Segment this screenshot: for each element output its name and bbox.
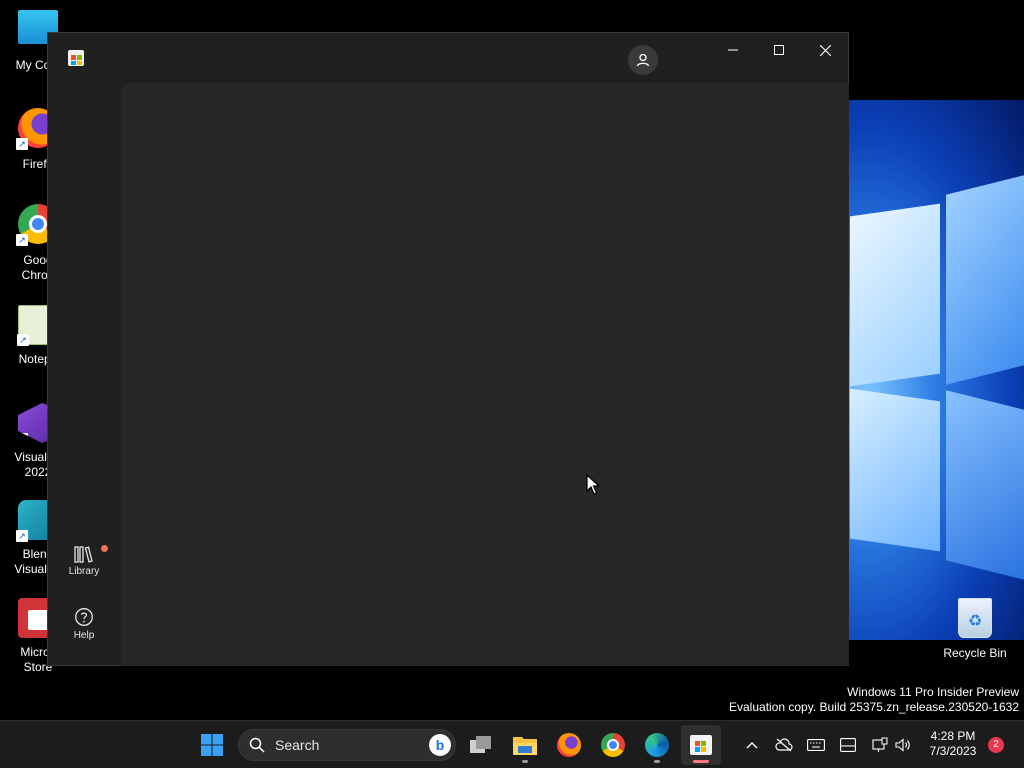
nav-item-help[interactable]: Help bbox=[48, 607, 120, 641]
shortcut-arrow-icon: ↗ bbox=[17, 334, 29, 346]
watermark-line-2: Evaluation copy. Build 25375.zn_release.… bbox=[729, 700, 1019, 714]
minimize-button[interactable] bbox=[710, 33, 756, 67]
task-view-button[interactable] bbox=[461, 725, 501, 765]
shortcut-arrow-icon: ↗ bbox=[16, 138, 28, 150]
notification-count-badge[interactable]: 2 bbox=[988, 737, 1004, 753]
chrome-icon bbox=[601, 733, 625, 757]
maximize-icon bbox=[774, 45, 784, 55]
taskbar: Search b 4:28 PM 7/3/2023 2 bbox=[0, 720, 1024, 768]
taskbar-firefox[interactable] bbox=[549, 725, 589, 765]
store-icon bbox=[690, 735, 712, 755]
wallpaper-pane bbox=[946, 390, 1024, 580]
cloud-offline-icon bbox=[775, 738, 793, 752]
running-indicator bbox=[654, 760, 660, 763]
store-content-area bbox=[122, 83, 849, 666]
navigation-rail: Library Help bbox=[48, 83, 120, 665]
nav-item-library[interactable]: Library bbox=[48, 545, 120, 577]
volume-tray-button[interactable] bbox=[893, 735, 913, 755]
taskbar-microsoft-store[interactable] bbox=[681, 725, 721, 765]
clock-time: 4:28 PM bbox=[930, 729, 976, 743]
shortcut-arrow-icon: ↗ bbox=[16, 530, 28, 542]
close-button[interactable] bbox=[802, 33, 848, 67]
mouse-cursor-icon bbox=[586, 474, 600, 495]
person-icon bbox=[636, 53, 650, 67]
update-badge-dot bbox=[101, 545, 108, 552]
onedrive-tray-button[interactable] bbox=[774, 735, 794, 755]
taskbar-search-box[interactable]: Search b bbox=[238, 729, 456, 761]
running-indicator bbox=[522, 760, 528, 763]
display-icon bbox=[840, 738, 856, 752]
clock-date: 7/3/2023 bbox=[929, 744, 977, 758]
file-explorer-icon bbox=[513, 737, 537, 755]
maximize-button[interactable] bbox=[756, 33, 802, 67]
show-hidden-icons-button[interactable] bbox=[742, 735, 762, 755]
shortcut-arrow-icon: ↗ bbox=[18, 433, 28, 443]
edge-icon bbox=[645, 733, 669, 757]
firefox-icon bbox=[557, 733, 581, 757]
network-icon bbox=[872, 737, 888, 752]
account-button[interactable] bbox=[628, 45, 658, 75]
close-icon bbox=[819, 44, 831, 56]
desktop-icon-recycle-bin[interactable]: ♻ Recycle Bin bbox=[935, 598, 1015, 661]
watermark-line-1: Windows 11 Pro Insider Preview bbox=[847, 685, 1019, 699]
library-icon bbox=[74, 546, 93, 563]
taskbar-chrome[interactable] bbox=[593, 725, 633, 765]
network-tray-button[interactable] bbox=[870, 735, 890, 755]
start-button[interactable] bbox=[192, 725, 232, 765]
taskbar-edge[interactable] bbox=[637, 725, 677, 765]
wallpaper-pane bbox=[850, 388, 940, 552]
help-icon bbox=[75, 608, 93, 626]
store-logo-icon bbox=[68, 50, 84, 66]
store-window: Library Help bbox=[47, 32, 849, 666]
touch-keyboard-button[interactable] bbox=[806, 735, 826, 755]
title-bar[interactable] bbox=[48, 33, 848, 83]
wallpaper-pane bbox=[946, 175, 1024, 385]
keyboard-icon bbox=[807, 739, 825, 751]
display-tray-button[interactable] bbox=[838, 735, 858, 755]
wallpaper-pane bbox=[850, 203, 940, 387]
speaker-icon bbox=[895, 738, 910, 752]
taskbar-file-explorer[interactable] bbox=[505, 725, 545, 765]
build-watermark: Windows 11 Pro Insider Preview Evaluatio… bbox=[729, 685, 1019, 715]
start-icon bbox=[201, 734, 223, 756]
taskbar-clock[interactable]: 4:28 PM 7/3/2023 bbox=[918, 729, 988, 759]
search-placeholder: Search bbox=[275, 737, 320, 753]
task-view-icon bbox=[470, 736, 491, 753]
shortcut-arrow-icon: ↗ bbox=[16, 234, 28, 246]
active-indicator bbox=[693, 760, 709, 763]
recycle-bin-icon: ♻ bbox=[958, 598, 992, 638]
minimize-icon bbox=[728, 49, 738, 51]
chevron-up-icon bbox=[746, 742, 758, 749]
bing-icon[interactable]: b bbox=[429, 734, 451, 756]
search-icon bbox=[249, 737, 265, 753]
